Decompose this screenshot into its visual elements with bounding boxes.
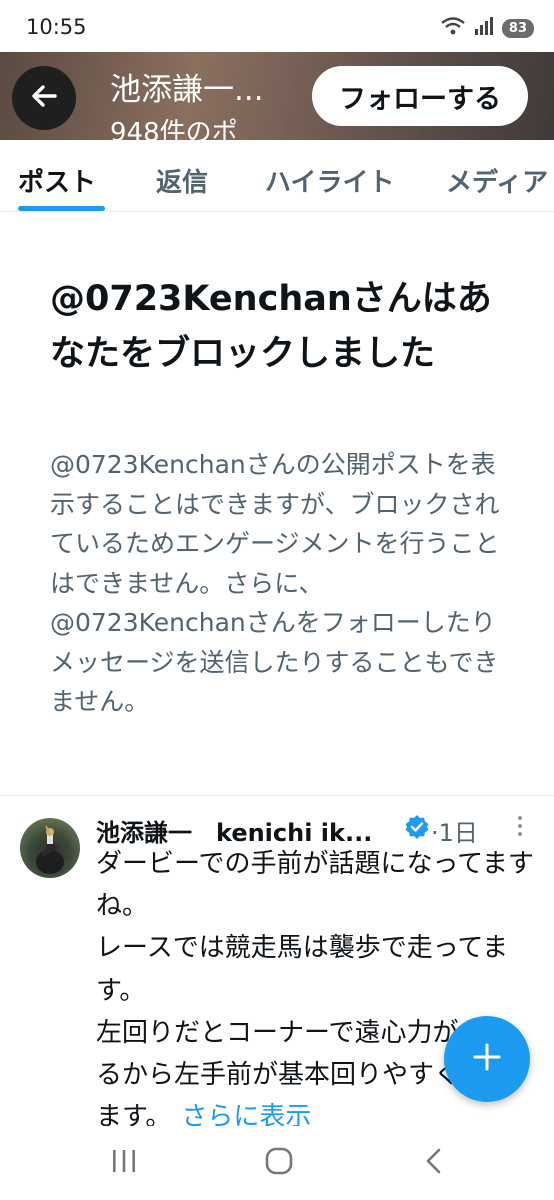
signal-icon bbox=[474, 16, 494, 40]
blocked-title: @0723Kenchanさんはあなたをブロックしました bbox=[50, 279, 492, 374]
post-count: 948件のポ bbox=[110, 118, 238, 140]
tab-highlights[interactable]: ハイライト bbox=[265, 162, 394, 199]
back-button[interactable] bbox=[12, 66, 76, 130]
profile-header: 池添謙一... 948件のポ フォローする bbox=[0, 52, 554, 140]
recent-apps-icon[interactable] bbox=[110, 1146, 138, 1180]
battery-indicator: 83 bbox=[501, 18, 534, 38]
tab-replies[interactable]: 返信 bbox=[156, 162, 208, 199]
compose-plus-icon bbox=[472, 1042, 502, 1076]
status-bar: 10:55 83 bbox=[0, 0, 554, 52]
verified-badge-icon bbox=[404, 814, 430, 844]
post-divider bbox=[0, 795, 554, 796]
more-icon[interactable] bbox=[516, 815, 524, 837]
profile-name: 池添謙一... bbox=[110, 72, 264, 108]
status-time: 10:55 bbox=[26, 15, 87, 39]
avatar[interactable] bbox=[20, 818, 80, 878]
follow-button[interactable]: フォローする bbox=[312, 66, 528, 126]
wifi-icon bbox=[440, 16, 466, 40]
back-icon[interactable] bbox=[422, 1146, 446, 1180]
active-tab-indicator bbox=[18, 206, 105, 211]
system-nav-bar bbox=[0, 1126, 554, 1200]
tab-posts[interactable]: ポスト bbox=[18, 162, 96, 199]
status-icons: 83 bbox=[440, 16, 534, 40]
tab-media[interactable]: メディア bbox=[446, 162, 548, 199]
back-arrow-icon bbox=[29, 81, 59, 115]
compose-button[interactable] bbox=[444, 1016, 530, 1102]
blocked-description: @0723Kenchanさんの公開ポストを表示することはできますが、ブロックされ… bbox=[50, 450, 500, 716]
profile-tabs: ポスト 返信 ハイライト メディア bbox=[0, 140, 554, 212]
home-icon[interactable] bbox=[264, 1146, 294, 1180]
